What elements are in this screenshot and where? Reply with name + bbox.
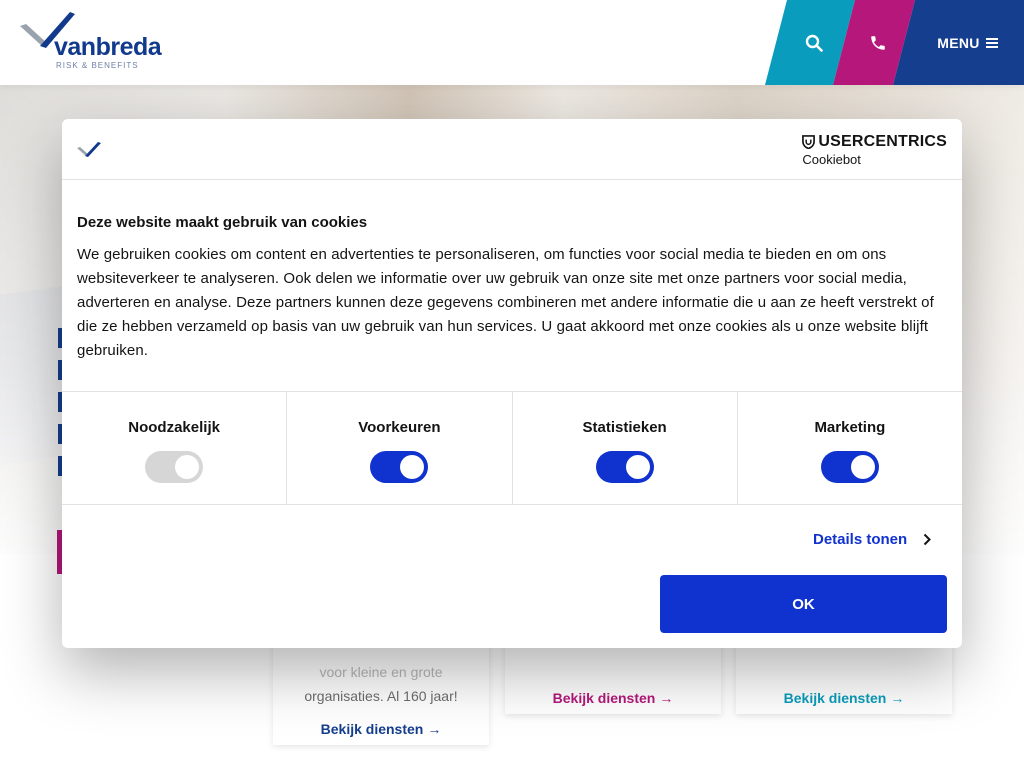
card-link[interactable]: Bekijk diensten → xyxy=(505,690,721,706)
cookie-consent-dialog: USERCENTRICS Cookiebot Deze website maak… xyxy=(62,119,962,648)
provider-name: USERCENTRICS xyxy=(818,133,947,150)
dialog-header: USERCENTRICS Cookiebot xyxy=(62,119,962,180)
logo-wordmark: vanbreda xyxy=(54,33,162,61)
vanbreda-logo[interactable]: vanbreda RISK & BENEFITS xyxy=(18,10,162,72)
arrow-right-icon: → xyxy=(659,690,674,706)
logo-tagline: RISK & BENEFITS xyxy=(56,61,139,70)
statistics-switch[interactable] xyxy=(595,451,654,483)
menu-button[interactable]: MENU xyxy=(893,0,1024,85)
toggle-statistics: Statistieken xyxy=(513,392,738,504)
toggle-marketing: Marketing xyxy=(738,392,962,504)
dialog-title: Deze website maakt gebruik van cookies xyxy=(77,214,368,231)
search-icon xyxy=(805,34,823,52)
card-link[interactable]: Bekijk diensten → xyxy=(736,690,952,706)
usercentrics-logo[interactable]: USERCENTRICS Cookiebot xyxy=(802,133,947,167)
toggle-label: Statistieken xyxy=(582,419,667,436)
toggle-necessary: Noodzakelijk xyxy=(62,392,288,504)
arrow-right-icon: → xyxy=(427,721,442,737)
consent-toggles: Noodzakelijk Voorkeuren Statistieken Mar… xyxy=(62,391,962,505)
arrow-right-icon: → xyxy=(890,690,905,706)
marketing-switch[interactable] xyxy=(820,451,879,483)
card-link[interactable]: Bekijk diensten → xyxy=(273,721,489,737)
preferences-switch[interactable] xyxy=(370,451,429,483)
hamburger-icon xyxy=(985,37,998,48)
provider-product: Cookiebot xyxy=(802,152,861,167)
menu-label: MENU xyxy=(937,34,980,51)
site-header: vanbreda RISK & BENEFITS MENU xyxy=(0,0,1024,85)
details-label: Details tonen xyxy=(813,531,908,548)
toggle-preferences: Voorkeuren xyxy=(287,392,513,504)
site-logo-icon xyxy=(77,142,101,157)
toggle-label: Noodzakelijk xyxy=(128,419,220,436)
ok-button[interactable]: OK xyxy=(660,575,947,633)
dialog-description: We gebruiken cookies om content en adver… xyxy=(77,246,934,359)
shield-icon xyxy=(802,135,816,149)
chevron-right-icon xyxy=(923,533,932,546)
card-text: voor kleine en grote organisaties. Al 16… xyxy=(304,664,458,704)
toggle-label: Marketing xyxy=(814,419,886,436)
show-details-link[interactable]: Details tonen xyxy=(813,531,932,548)
toggle-label: Voorkeuren xyxy=(358,419,441,436)
phone-icon xyxy=(871,35,885,50)
necessary-switch xyxy=(145,451,204,483)
